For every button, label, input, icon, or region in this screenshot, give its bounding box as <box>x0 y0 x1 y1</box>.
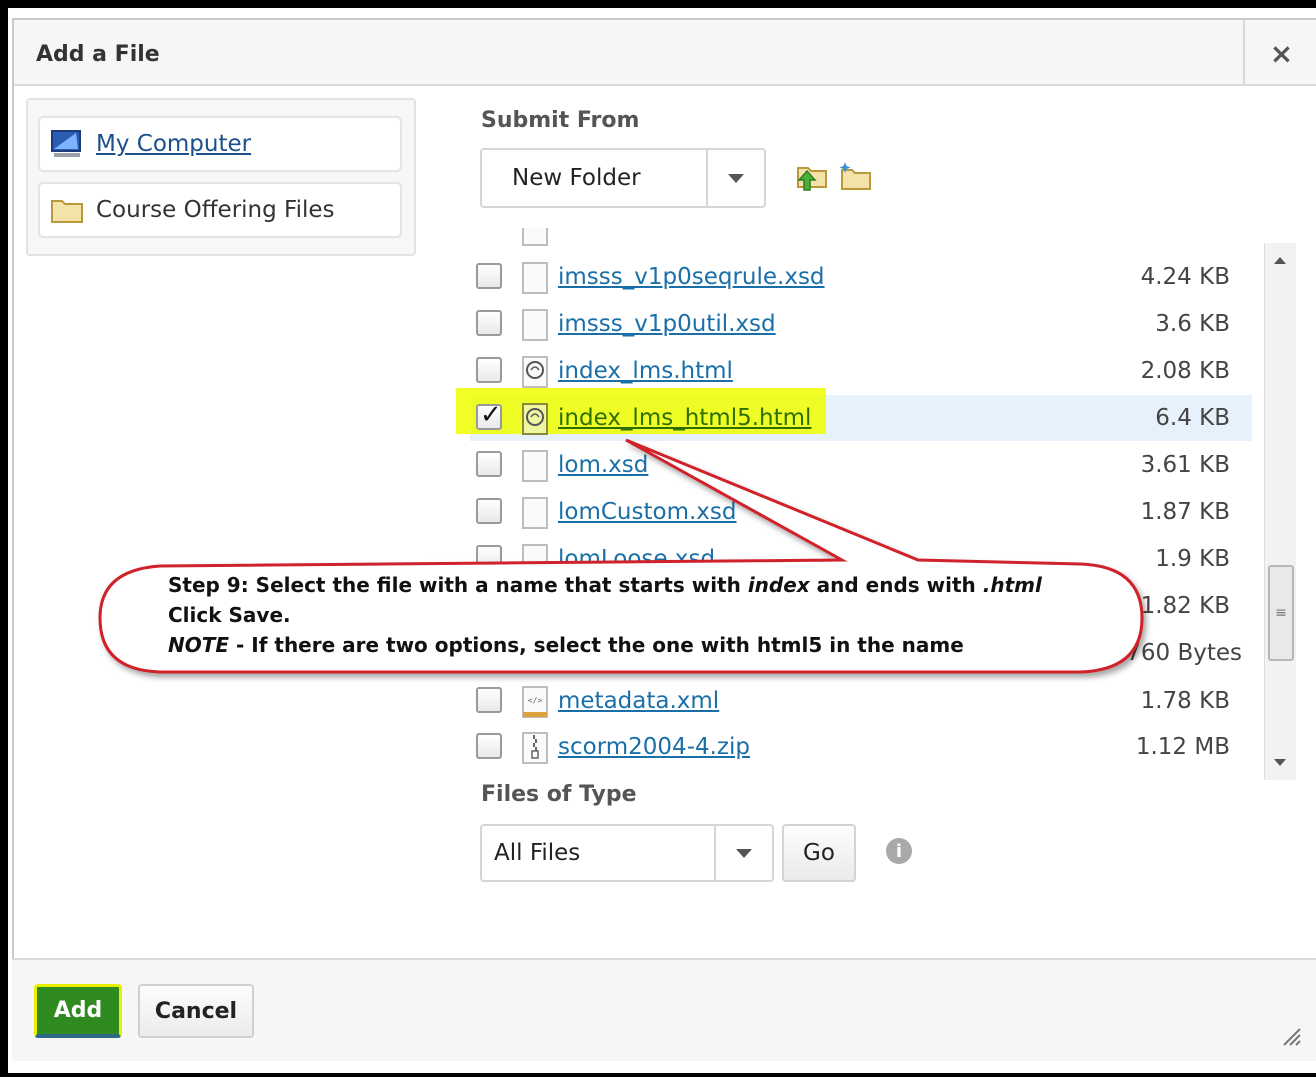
callout-line1-b: index <box>747 573 810 597</box>
file-size: 760 Bytes <box>1126 640 1242 666</box>
chevron-down-icon <box>714 826 772 880</box>
file-row[interactable]: lomCustom.xsd 1.87 KB <box>470 489 1252 535</box>
source-item-label: My Computer <box>96 131 252 157</box>
submit-from-label: Submit From <box>481 108 640 133</box>
resize-grip-icon[interactable] <box>1278 1023 1302 1047</box>
file-name-link[interactable]: lomCustom.xsd <box>558 499 737 525</box>
cancel-button[interactable]: Cancel <box>138 984 254 1038</box>
file-checkbox[interactable] <box>476 687 502 713</box>
computer-icon <box>51 130 81 157</box>
dialog-titlebar: Add a File × <box>14 20 1316 86</box>
file-name-link[interactable]: index_lms_html5.html <box>558 405 811 431</box>
blank-file-icon <box>522 497 548 529</box>
file-name-link[interactable]: imsss_v1p0util.xsd <box>558 311 776 337</box>
scroll-thumb[interactable]: ≡ <box>1268 565 1294 661</box>
file-row[interactable]: scorm2004-4.zip 1.12 MB <box>470 724 1252 768</box>
file-name-link[interactable]: scorm2004-4.zip <box>558 734 750 760</box>
file-checkbox[interactable] <box>476 498 502 524</box>
file-size: 1.12 MB <box>1135 734 1230 760</box>
source-my-computer[interactable]: My Computer <box>38 116 402 172</box>
info-icon[interactable]: i <box>886 838 912 864</box>
scroll-up-icon[interactable] <box>1274 257 1286 264</box>
blank-file-icon <box>522 228 548 246</box>
callout-line1-c: and ends with <box>809 573 983 597</box>
selected-file-foreground[interactable]: index_lms_html5.html <box>470 395 890 441</box>
files-of-type-value: All Files <box>494 840 581 866</box>
files-of-type-select[interactable]: All Files <box>480 824 774 882</box>
folder-up-icon[interactable] <box>794 160 830 194</box>
svg-text:</>: </> <box>528 696 543 705</box>
file-size: 3.6 KB <box>1155 311 1230 337</box>
file-checkbox[interactable] <box>476 451 502 477</box>
files-of-type-label: Files of Type <box>481 782 637 807</box>
go-button[interactable]: Go <box>782 824 856 882</box>
folder-icon <box>51 200 83 223</box>
blank-file-icon <box>522 309 548 341</box>
file-checkbox[interactable] <box>476 310 502 336</box>
file-size: 6.4 KB <box>1155 405 1230 431</box>
chevron-down-icon <box>706 150 764 206</box>
file-checkbox[interactable] <box>476 733 502 759</box>
close-button[interactable]: × <box>1243 20 1316 86</box>
add-button[interactable]: Add <box>34 984 122 1038</box>
file-row[interactable]: lom.xsd 3.61 KB <box>470 442 1252 488</box>
file-list: imsss_v1p0seqrule.xsd 4.24 KB imsss_v1p0… <box>470 228 1268 768</box>
instruction-callout-text: Step 9: Select the file with a name that… <box>168 570 1118 660</box>
blank-file-icon <box>522 450 548 482</box>
scroll-down-icon[interactable] <box>1274 759 1286 766</box>
submit-from-select[interactable]: New Folder <box>480 148 766 208</box>
xml-file-icon: </> <box>522 686 548 718</box>
file-checkbox-checked[interactable] <box>476 400 502 430</box>
file-row-partial <box>470 228 1252 252</box>
close-icon: × <box>1269 36 1294 70</box>
file-list-scrollbar[interactable]: ≡ <box>1264 243 1296 780</box>
callout-line1-d: .html <box>982 573 1042 597</box>
html-file-icon <box>522 403 548 435</box>
callout-line3-b: - If there are two options, select the o… <box>229 633 964 657</box>
file-name-link[interactable]: imsss_v1p0seqrule.xsd <box>558 264 825 290</box>
file-name-link[interactable]: lomLoose.xsd <box>558 546 715 572</box>
file-row[interactable]: </> metadata.xml 1.78 KB <box>470 678 1252 724</box>
file-row[interactable]: imsss_v1p0util.xsd 3.6 KB <box>470 301 1252 347</box>
html-file-icon <box>522 356 548 388</box>
source-item-label: Course Offering Files <box>96 197 335 223</box>
file-row[interactable]: imsss_v1p0seqrule.xsd 4.24 KB <box>470 254 1252 300</box>
source-pane: My Computer Course Offering Files <box>26 98 416 256</box>
file-checkbox[interactable] <box>476 357 502 383</box>
callout-line3-a: NOTE <box>168 633 230 657</box>
submit-from-value: New Folder <box>512 165 641 191</box>
file-checkbox[interactable] <box>476 545 502 571</box>
file-name-link[interactable]: index_lms.html <box>558 358 733 384</box>
source-course-offering-files[interactable]: Course Offering Files <box>38 182 402 238</box>
file-checkbox[interactable] <box>476 263 502 289</box>
new-folder-icon[interactable] <box>838 160 874 194</box>
dialog-title: Add a File <box>36 42 160 67</box>
file-size: 4.24 KB <box>1140 264 1230 290</box>
file-size: 1.9 KB <box>1155 546 1230 572</box>
zip-file-icon <box>522 732 548 764</box>
file-size: 2.08 KB <box>1140 358 1230 384</box>
dialog-footer: Add Cancel <box>12 958 1316 1061</box>
file-size: 1.87 KB <box>1140 499 1230 525</box>
file-name-link[interactable]: metadata.xml <box>558 688 719 714</box>
file-name-link[interactable]: lom.xsd <box>558 452 648 478</box>
callout-line2: Click Save. <box>168 603 291 627</box>
file-size: 1.78 KB <box>1140 688 1230 714</box>
callout-line1-a: Step 9: Select the file with a name that… <box>168 573 748 597</box>
file-size: 1.82 KB <box>1140 593 1230 619</box>
file-size: 3.61 KB <box>1140 452 1230 478</box>
blank-file-icon <box>522 262 548 294</box>
